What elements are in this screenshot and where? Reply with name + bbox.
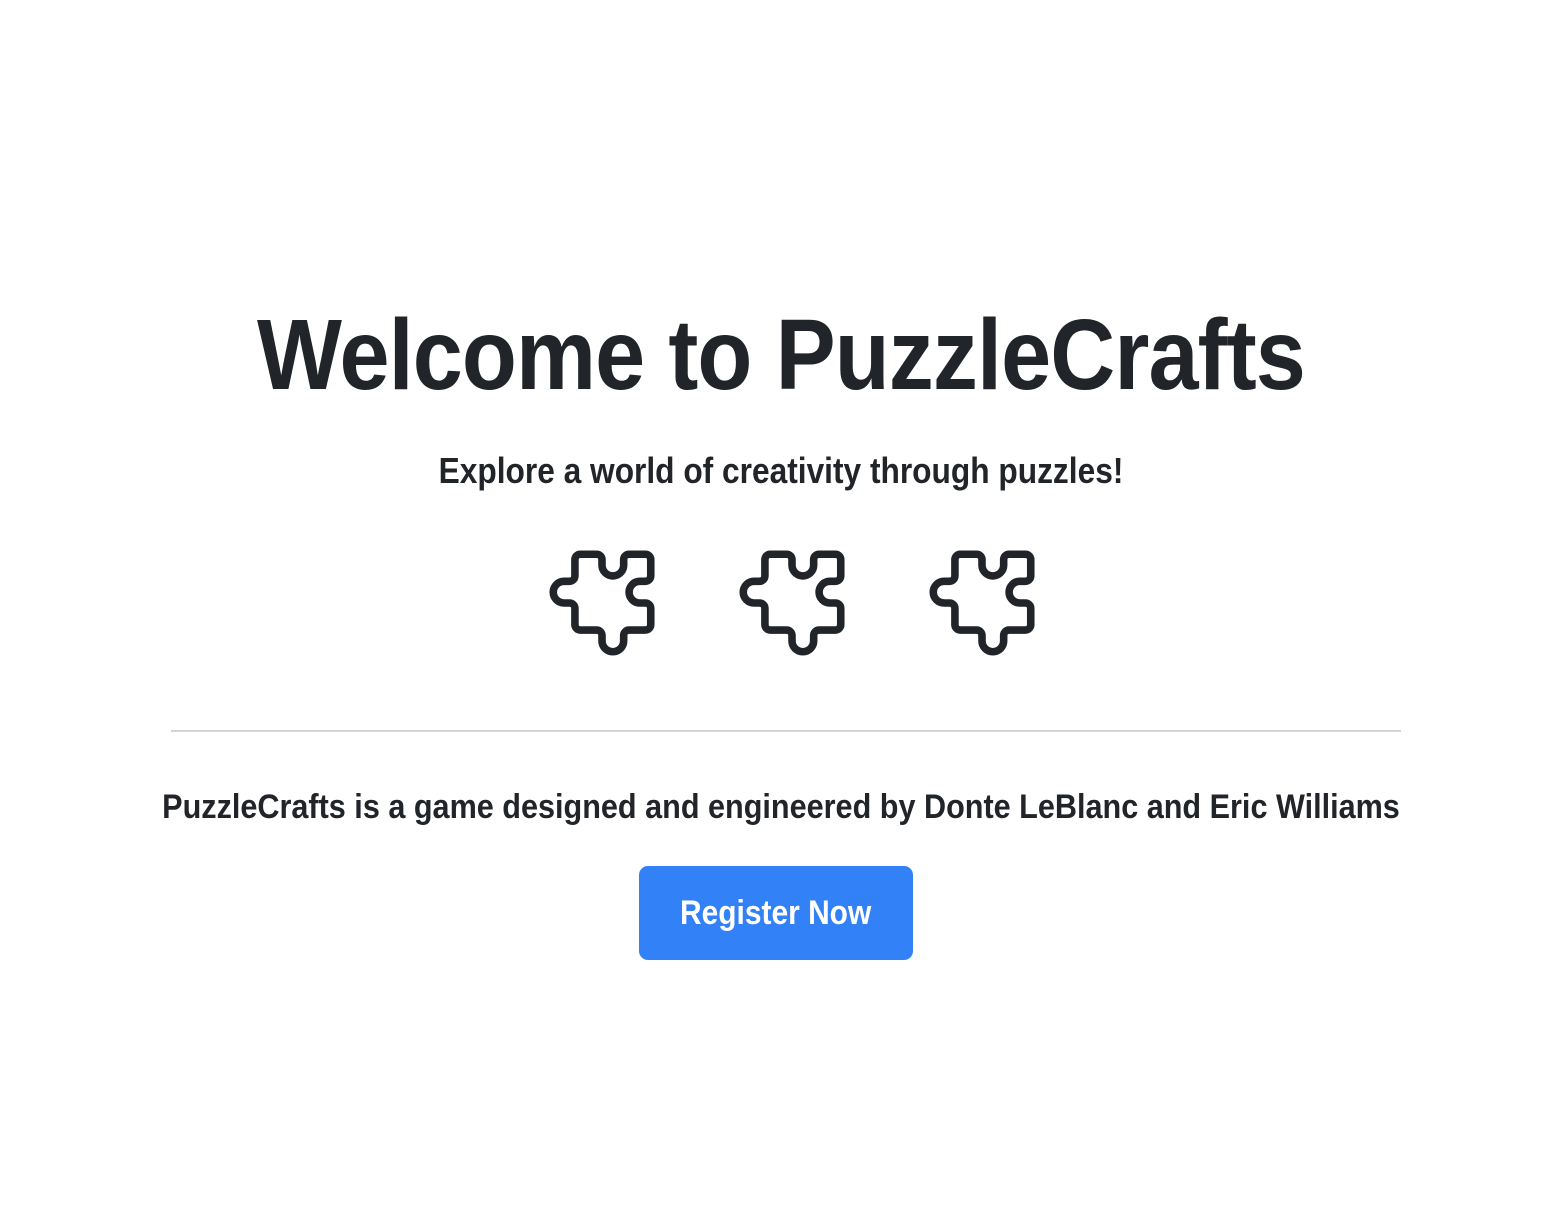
- section-divider: [171, 730, 1401, 732]
- page-title: Welcome to PuzzleCrafts: [257, 299, 1306, 411]
- credits-text: PuzzleCrafts is a game designed and engi…: [162, 788, 1400, 826]
- page-subtitle: Explore a world of creativity through pu…: [438, 450, 1124, 491]
- register-now-button[interactable]: Register Now: [639, 866, 913, 960]
- puzzle-piece-icon: [929, 550, 1035, 656]
- puzzle-piece-icon: [549, 550, 655, 656]
- puzzle-icons-row: [0, 538, 1562, 668]
- puzzle-piece-icon: [739, 550, 845, 656]
- landing-page: Welcome to PuzzleCrafts Explore a world …: [0, 0, 1562, 1228]
- register-now-label: Register Now: [680, 893, 872, 932]
